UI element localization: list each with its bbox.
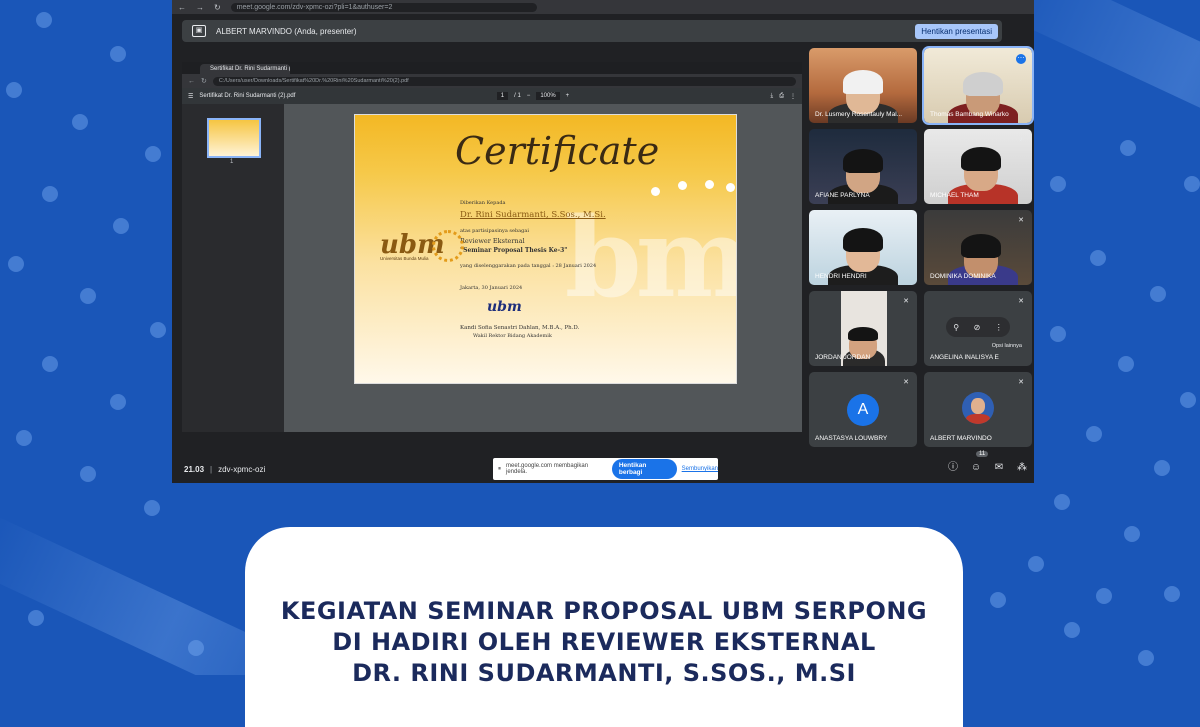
shared-reload-icon: ↻ <box>201 78 207 85</box>
separator: | <box>210 464 213 474</box>
zoom-level: 100% <box>536 92 560 100</box>
shared-back-icon: ← <box>188 77 195 85</box>
place-date: Jakarta, 30 Januari 2024 <box>460 285 523 291</box>
meeting-code: zdv-xpmc-ozi <box>218 464 266 474</box>
date-line: yang diselenggarakan pada tanggal : 28 J… <box>460 263 597 269</box>
shared-tab-bar: Sertifikat Dr. Rini Sudarmanti ( <box>182 62 802 74</box>
participant-name: DOMINIKA DOMINIKA <box>930 273 996 280</box>
participation-label: atas partisipasinya sebagai <box>460 228 529 234</box>
more-options-tooltip: Opsi lainnya <box>991 343 1022 349</box>
pdf-file-name: Sertifikat Dr. Rini Sudarmanti (2).pdf <box>199 93 296 99</box>
more-icon: ⋮ <box>790 93 796 100</box>
caption-card: KEGIATAN SEMINAR PROPOSAL UBM SERPONG DI… <box>245 527 963 727</box>
muted-mic-icon: ✕ <box>903 379 909 386</box>
shared-url-bar: ← ↻ C:/Users/user/Downloads/Sertifikat%2… <box>182 74 802 88</box>
given-to-label: Diberikan Kepada <box>460 200 506 206</box>
certificate-title: Certificate <box>455 129 660 173</box>
caption-line-3: DR. RINI SUDARMANTI, S.SOS., M.SI <box>352 659 856 687</box>
participant-name: ANGELINA INALISYA E <box>930 354 999 361</box>
pdf-viewer: bm Certificate Diberikan Kepada Dr. Rini… <box>284 104 802 432</box>
page-total: / 1 <box>514 93 521 99</box>
participant-name: MICHAEL THAM <box>930 192 979 199</box>
participant-tile[interactable]: ✕ A ANASTASYA LOUWBRY <box>809 372 917 447</box>
signature-logo: ubm <box>487 299 522 315</box>
pin-icon[interactable]: ⚲ <box>953 323 959 332</box>
participant-tile[interactable]: ✕ DOMINIKA DOMINIKA <box>924 210 1032 285</box>
presentation-bar: ▣ ALBERT MARVINDO (Anda, presenter) Hent… <box>182 20 1002 42</box>
sharing-notice: ⏸ meet.google.com membagikan jendela. He… <box>493 458 718 480</box>
mute-icon[interactable]: ⊘ <box>974 323 981 332</box>
pdf-thumbnails: 1 <box>182 104 284 432</box>
shared-url: C:/Users/user/Downloads/Sertifikat%20Dr.… <box>212 76 796 86</box>
muted-mic-icon: ✕ <box>1018 217 1024 224</box>
caption: KEGIATAN SEMINAR PROPOSAL UBM SERPONG DI… <box>245 596 963 689</box>
ubm-logo: ubm Universitas Bunda Mulia <box>380 230 464 280</box>
page-number: 1 <box>496 92 509 100</box>
forward-icon[interactable]: → <box>196 3 204 12</box>
participant-name: Dr. Lusmery Rosentauly Mal... <box>815 111 903 118</box>
sharing-text: meet.google.com membagikan jendela. <box>506 463 589 475</box>
more-options-icon[interactable]: ⋯ <box>1016 54 1026 64</box>
tile-options-menu[interactable]: ⚲ ⊘ ⋮ <box>946 317 1010 337</box>
role-label: Reviewer Eksternal <box>460 237 525 245</box>
recipient-name: Dr. Rini Sudarmanti, S.Sos., M.Si. <box>460 210 606 220</box>
info-icon[interactable]: ⓘ <box>946 461 960 475</box>
participant-tile[interactable]: Dr. Lusmery Rosentauly Mal... <box>809 48 917 123</box>
participant-name: ANASTASYA LOUWBRY <box>815 435 888 442</box>
participant-tile[interactable]: ⋯ Thomas Bambang Winarko <box>922 46 1034 125</box>
shared-pdf-window: Sertifikat Dr. Rini Sudarmanti ( ← ↻ C:/… <box>182 62 802 432</box>
certificate: bm Certificate Diberikan Kepada Dr. Rini… <box>354 114 737 384</box>
participant-name: ALBERT MARVINDO <box>930 435 992 442</box>
print-icon: ⎙ <box>779 92 784 99</box>
presenter-label: ALBERT MARVINDO (Anda, presenter) <box>216 26 357 36</box>
browser-toolbar: ← → ↻ meet.google.com/zdv-xpmc-ozi?pli=1… <box>172 0 1034 14</box>
zoom-in-icon: + <box>565 93 570 99</box>
back-icon[interactable]: ← <box>178 3 186 12</box>
meet-screen-capture: ← → ↻ meet.google.com/zdv-xpmc-ozi?pli=1… <box>172 0 1034 483</box>
chat-icon[interactable]: ✉ <box>992 461 1006 475</box>
signer-title: Wakil Rektor Bidang Akademik <box>473 333 552 339</box>
avatar <box>962 392 994 424</box>
stop-sharing-button[interactable]: Hentikan berbagi <box>611 459 677 479</box>
muted-mic-icon: ✕ <box>1018 298 1024 305</box>
pause-icon: ⏸ <box>498 465 502 472</box>
muted-mic-icon: ✕ <box>1018 379 1024 386</box>
participant-tile[interactable]: AFIANE PARLYNA <box>809 129 917 204</box>
participant-tile[interactable]: ♪ MICHAEL THAM <box>924 129 1032 204</box>
present-screen-icon: ▣ <box>192 25 206 37</box>
hide-notice-link[interactable]: Sembunyikan <box>682 466 718 472</box>
signer-name: Kandi Sofia Senastri Dahlan, M.B.A., Ph.… <box>460 325 580 331</box>
participant-name: AFIANE PARLYNA <box>815 192 870 199</box>
muted-mic-icon: ✕ <box>903 298 909 305</box>
participant-tile[interactable]: ✕ ⚲ ⊘ ⋮ Opsi lainnya ANGELINA INALISYA E <box>924 291 1032 366</box>
address-bar[interactable]: meet.google.com/zdv-xpmc-ozi?pli=1&authu… <box>230 2 537 12</box>
page-thumbnail <box>207 118 261 158</box>
participant-name: JORDAN JORDAN <box>815 354 871 361</box>
caption-line-2: DI HADIRI OLEH REVIEWER EKSTERNAL <box>332 628 876 656</box>
clock: 21.03 <box>184 464 205 474</box>
avatar: A <box>847 394 879 426</box>
stop-presenting-button[interactable]: Hentikan presentasi <box>915 23 998 39</box>
participant-tile[interactable]: HENDRI HENDRI <box>809 210 917 285</box>
pdf-toolbar: ☰ Sertifikat Dr. Rini Sudarmanti (2).pdf… <box>182 88 802 104</box>
mic-icon: ♪ <box>1019 136 1023 143</box>
shared-tab: Sertifikat Dr. Rini Sudarmanti ( <box>200 64 290 74</box>
participant-name: Thomas Bambang Winarko <box>930 111 1009 118</box>
event-label: "Seminar Proposal Thesis Ke-3" <box>460 247 568 254</box>
download-icon: ⤓ <box>770 92 774 99</box>
thumbnail-number: 1 <box>230 159 234 165</box>
more-options-icon[interactable]: ⋮ <box>995 323 1003 332</box>
participant-count-badge: 11 <box>976 451 989 457</box>
caption-line-1: KEGIATAN SEMINAR PROPOSAL UBM SERPONG <box>280 597 928 625</box>
participant-name: HENDRI HENDRI <box>815 273 867 280</box>
zoom-out-icon: − <box>526 93 531 99</box>
participant-tile[interactable]: ✕ JORDAN JORDAN <box>809 291 917 366</box>
participant-tile[interactable]: ✕ ALBERT MARVINDO <box>924 372 1032 447</box>
activities-icon[interactable]: ⁂ <box>1015 461 1029 475</box>
reload-icon[interactable]: ↻ <box>214 3 221 12</box>
people-icon[interactable]: ☺ <box>969 461 983 475</box>
menu-icon: ☰ <box>188 93 194 100</box>
